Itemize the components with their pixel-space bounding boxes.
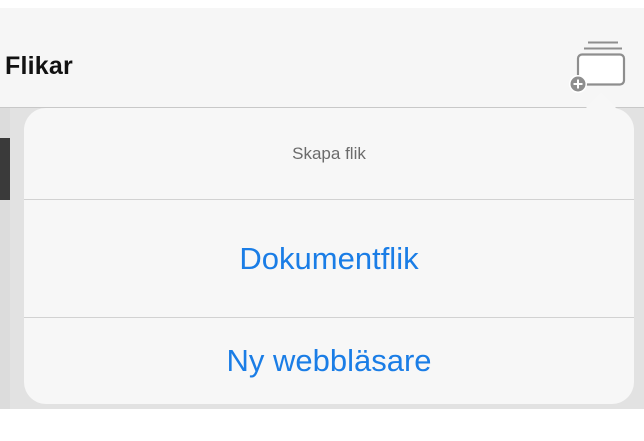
create-tab-popover: Skapa flik Dokumentflik Ny webbläsare: [24, 108, 634, 404]
page-title: Flikar: [5, 52, 73, 80]
navigation-bar: Flikar: [0, 8, 644, 108]
new-tab-icon: [569, 41, 626, 93]
popover-title: Skapa flik: [24, 108, 634, 200]
background-selected-item: [0, 138, 10, 200]
document-tab-option[interactable]: Dokumentflik: [24, 200, 634, 318]
new-tab-button[interactable]: [566, 40, 630, 96]
popover-arrow: [585, 93, 617, 109]
new-browser-option[interactable]: Ny webbläsare: [24, 318, 634, 404]
